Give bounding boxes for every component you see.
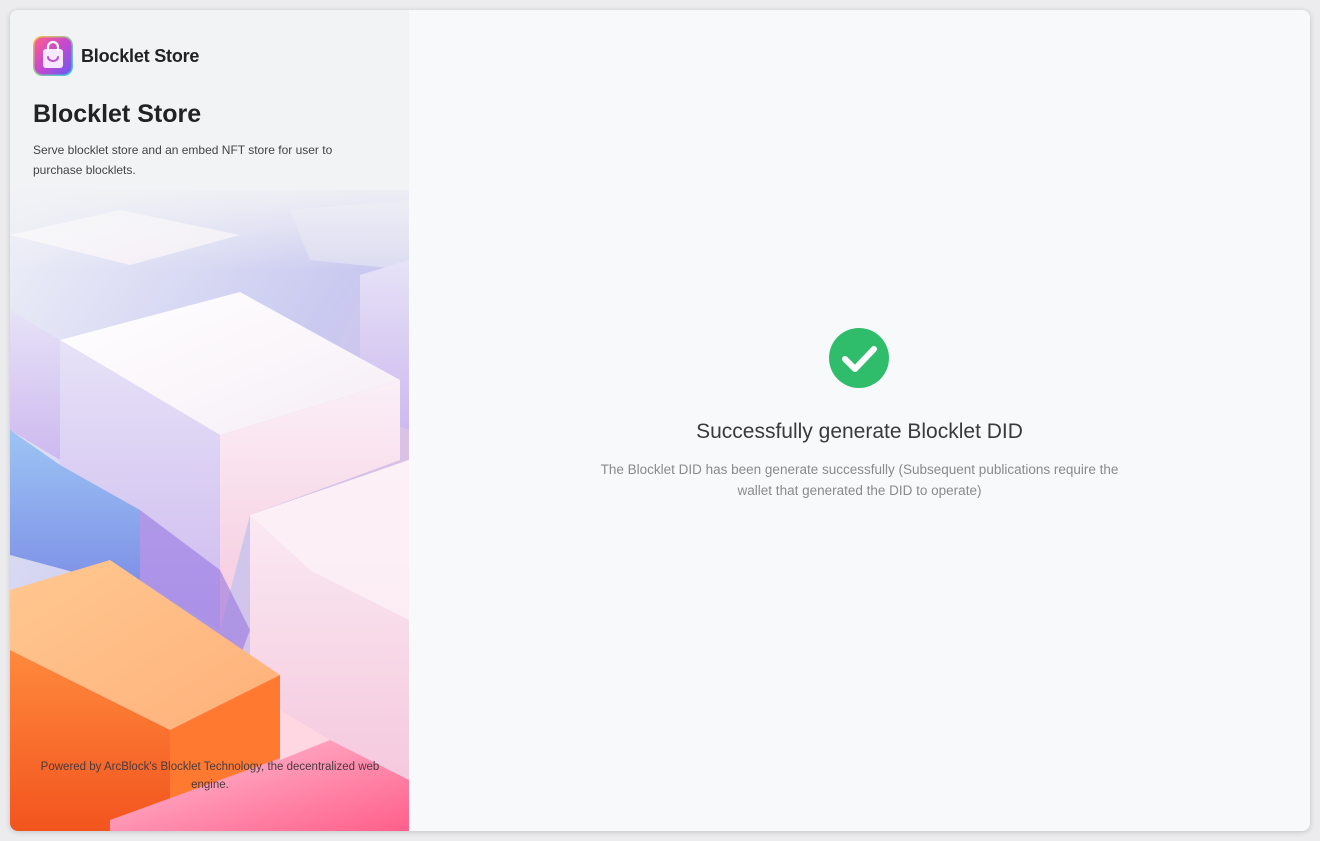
decorative-cubes-image [10,180,409,831]
check-circle-icon [829,328,889,388]
success-description: The Blocklet DID has been generate succe… [600,462,1119,498]
app-window: Blocklet Store Blocklet Store Serve bloc… [10,10,1310,831]
shopping-bag-icon [33,36,73,76]
powered-by-text: Powered by ArcBlock's Blocklet Technolog… [40,761,380,791]
brand-name: Blocklet Store [81,45,200,66]
store-title: Blocklet Store [33,100,202,128]
brand-header[interactable]: Blocklet Store [33,36,199,76]
result-panel: Successfully generate Blocklet DID The B… [409,10,1310,831]
store-description: Serve blocklet store and an embed NFT st… [33,143,333,177]
success-title: Successfully generate Blocklet DID [696,420,1023,443]
left-panel: Blocklet Store Blocklet Store Serve bloc… [10,10,409,831]
